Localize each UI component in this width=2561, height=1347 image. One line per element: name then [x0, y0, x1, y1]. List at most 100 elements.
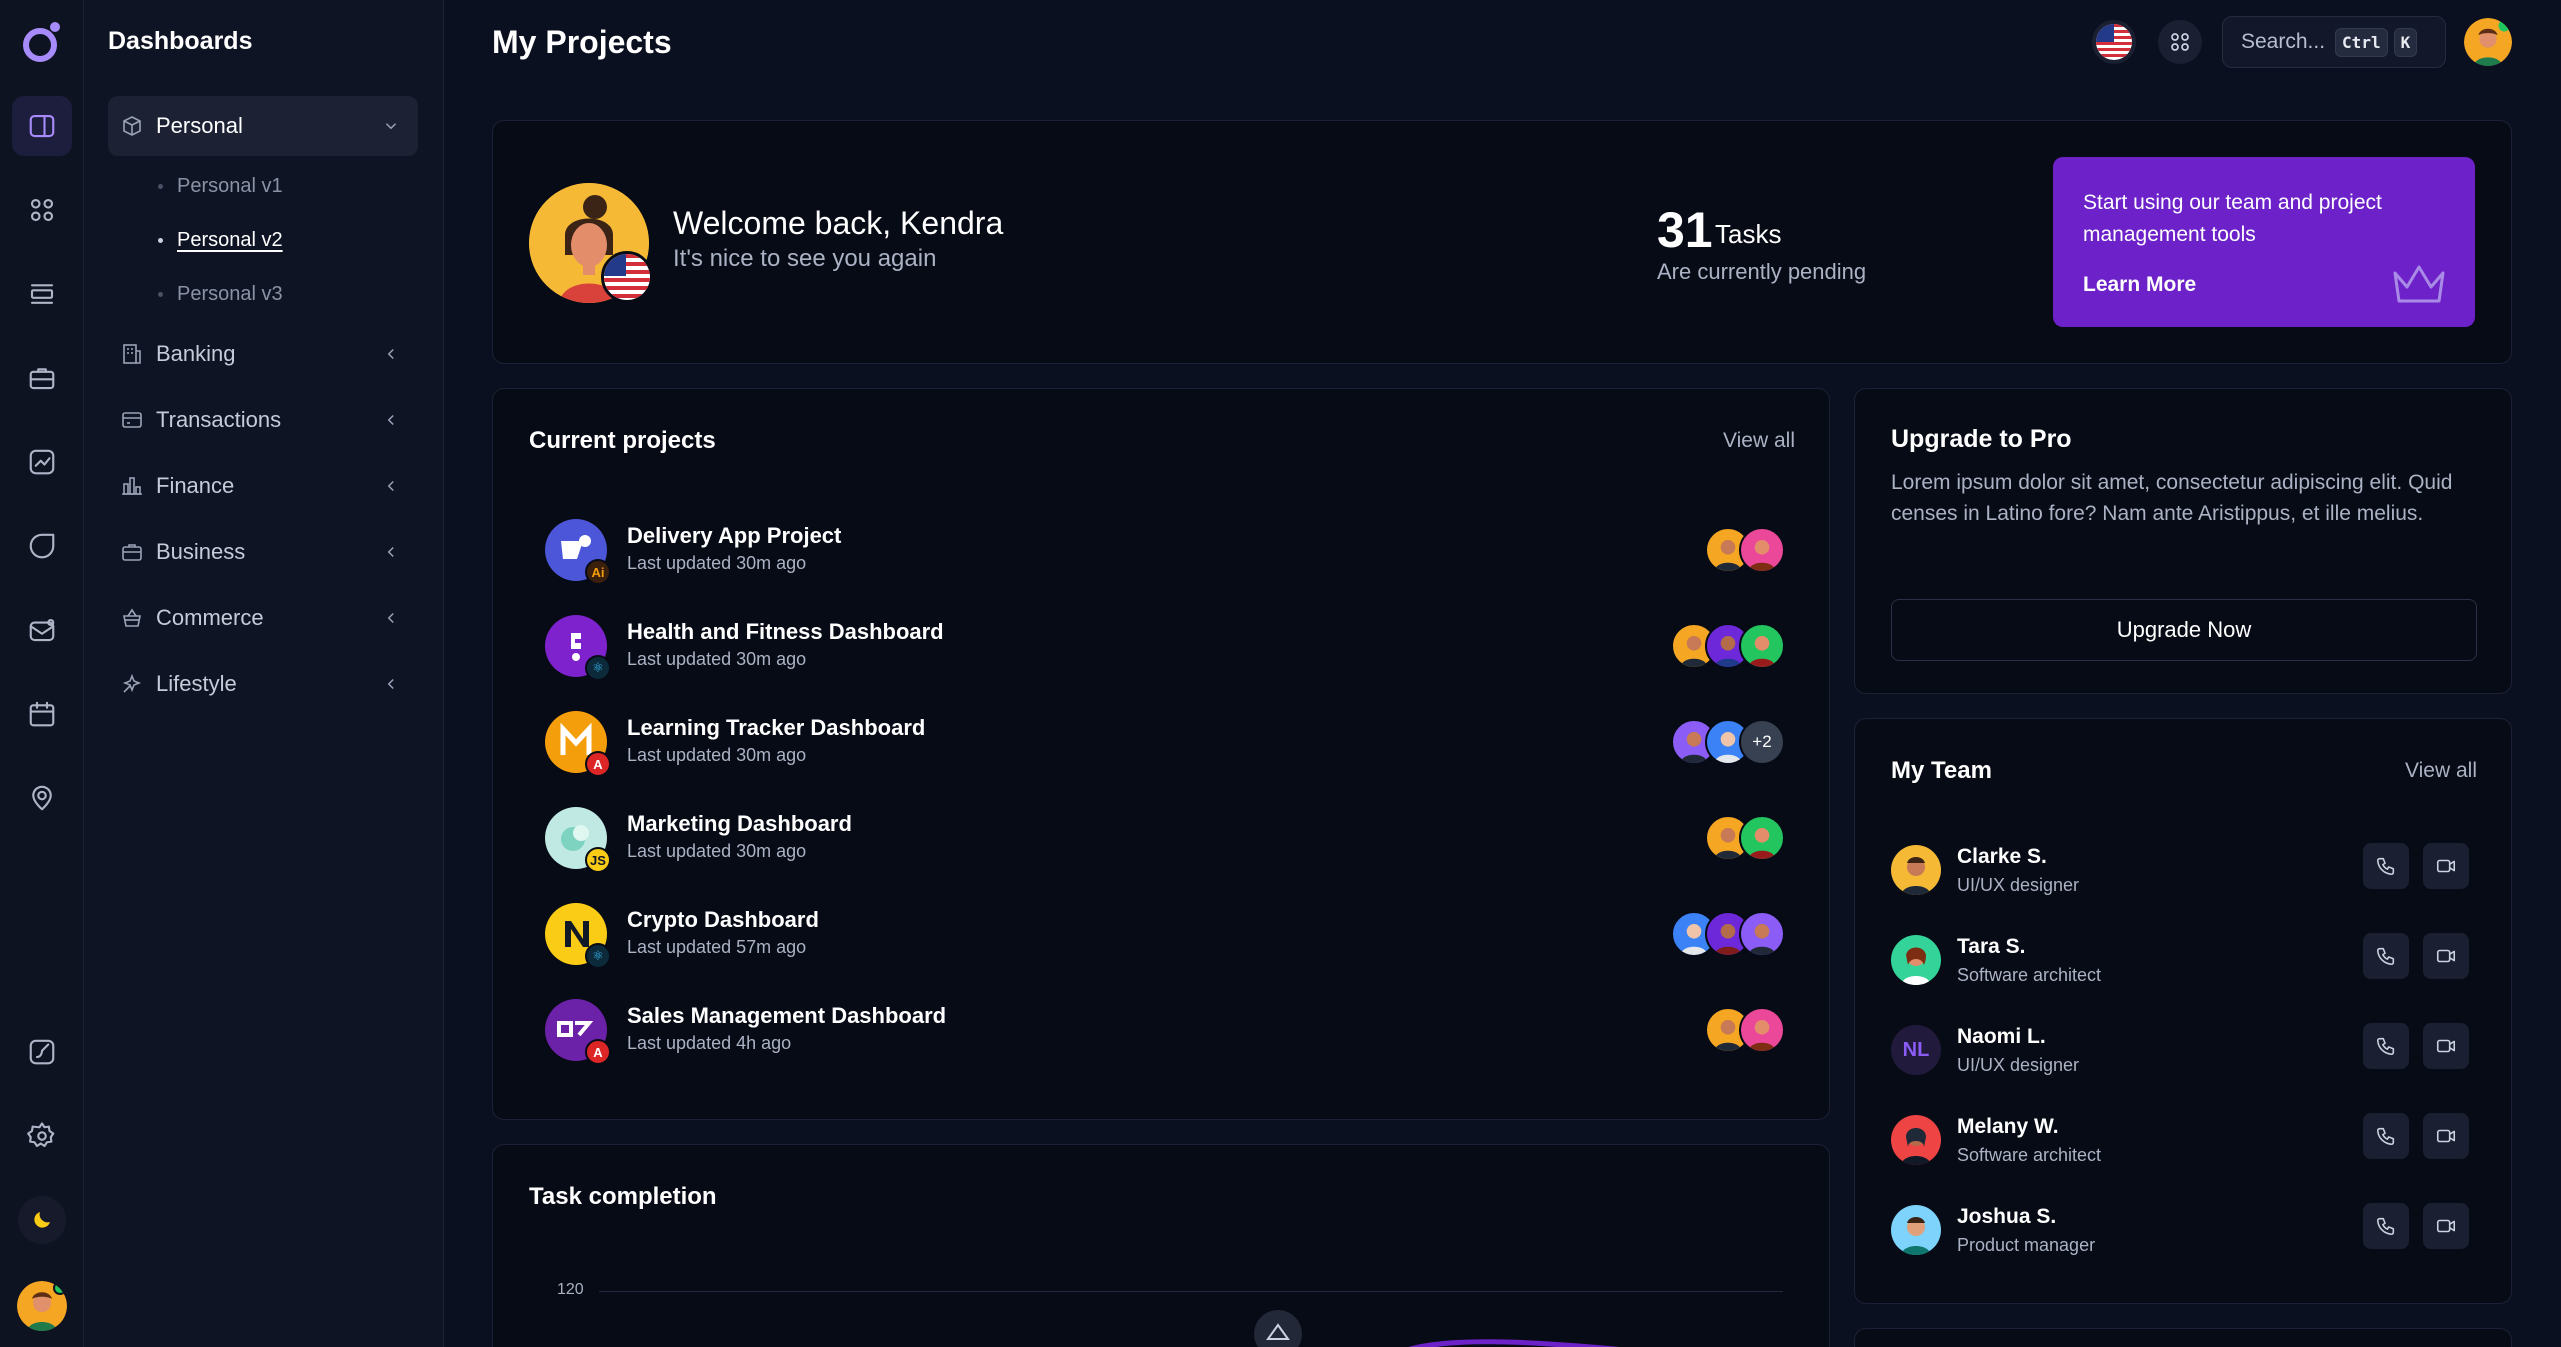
project-logo-icon: Ai [545, 519, 611, 585]
welcome-subtitle: It's nice to see you again [673, 245, 937, 272]
project-updated: Last updated 57m ago [627, 937, 807, 957]
kbd-k: K [2393, 27, 2418, 57]
welcome-flag-icon [601, 251, 653, 303]
sidebar-item-finance[interactable]: Finance [108, 456, 418, 516]
sidebar-item-lifestyle[interactable]: Lifestyle [108, 654, 418, 714]
sidebar-item-label: Commerce [156, 605, 264, 630]
card-icon [122, 412, 142, 428]
project-logo-icon: JS [545, 807, 611, 873]
sidebar-subitem-personal-v1[interactable]: Personal v1 [158, 175, 283, 198]
project-members [1705, 815, 1785, 861]
app-logo-icon[interactable] [18, 18, 66, 66]
sidebar-subitem-personal-v3[interactable]: Personal v3 [158, 283, 283, 306]
rail-mail-icon[interactable] [12, 600, 72, 660]
video-call-button[interactable] [2423, 843, 2469, 889]
chevron-left-icon [387, 480, 394, 492]
task-count: 31 [1657, 202, 1713, 258]
project-row[interactable]: ⚛ Health and Fitness Dashboard Last upda… [545, 611, 1785, 681]
project-members [1671, 911, 1785, 957]
video-call-button[interactable] [2423, 933, 2469, 979]
member-name: Melany W. [1957, 1115, 2059, 1138]
member-name: Joshua S. [1957, 1205, 2057, 1228]
sidebar-subitem-personal-v2[interactable]: Personal v2 [158, 229, 283, 252]
call-button[interactable] [2363, 933, 2409, 979]
sidebar-item-business[interactable]: Business [108, 522, 418, 582]
member-role: Product manager [1957, 1235, 2096, 1255]
crown-icon [2393, 265, 2445, 303]
chart-bar-icon [122, 477, 142, 495]
sparkles-icon [122, 673, 142, 693]
project-row[interactable]: A Sales Management Dashboard Last update… [545, 995, 1785, 1065]
projects-view-all-link[interactable]: View all [1723, 429, 1795, 453]
user-avatar[interactable] [17, 1281, 67, 1331]
member-avatar [1739, 623, 1785, 669]
badge-text: A [585, 751, 611, 777]
kbd-ctrl: Ctrl [2335, 27, 2388, 57]
video-icon [2436, 1129, 2456, 1143]
phone-icon [2376, 947, 2395, 966]
call-button[interactable] [2363, 1113, 2409, 1159]
member-name: Naomi L. [1957, 1025, 2046, 1048]
sidebar-title: Dashboards [108, 27, 253, 55]
task-completion-card: Task completion 120 [492, 1144, 1830, 1347]
learn-more-link[interactable]: Learn More [2083, 273, 2196, 297]
sidebar-item-label: Business [156, 539, 246, 564]
language-flag-icon[interactable] [2092, 20, 2136, 64]
call-button[interactable] [2363, 843, 2409, 889]
rail-dashboards-icon[interactable] [12, 96, 72, 156]
project-name: Marketing Dashboard [627, 811, 852, 836]
project-row[interactable]: A Learning Tracker Dashboard Last update… [545, 707, 1785, 777]
rail-layout-icon[interactable] [12, 264, 72, 324]
project-logo-icon: A [545, 711, 611, 777]
project-row[interactable]: ⚛ Crypto Dashboard Last updated 57m ago [545, 899, 1785, 969]
sidebar-item-label: Lifestyle [156, 671, 237, 696]
video-call-button[interactable] [2423, 1113, 2469, 1159]
search-button[interactable]: Search... Ctrl K [2222, 16, 2446, 68]
project-name: Learning Tracker Dashboard [627, 715, 926, 740]
rail-map-pin-icon[interactable] [12, 768, 72, 828]
my-team-card: My Team View all Clarke S. UI/UX designe… [1854, 718, 2512, 1304]
project-logo-icon: ⚛ [545, 615, 611, 681]
chevron-left-icon [387, 348, 394, 360]
call-button[interactable] [2363, 1023, 2409, 1069]
project-row[interactable]: Ai Delivery App Project Last updated 30m… [545, 515, 1785, 585]
sidebar-item-banking[interactable]: Banking [108, 324, 418, 384]
project-updated: Last updated 30m ago [627, 745, 807, 765]
theme-toggle-moon-icon[interactable] [18, 1196, 66, 1244]
chevron-down-icon [385, 123, 397, 130]
rail-chat-icon[interactable] [12, 516, 72, 576]
sidebar-item-personal[interactable]: Personal [108, 96, 418, 156]
project-members [1671, 623, 1785, 669]
header-user-avatar[interactable] [2464, 18, 2512, 66]
chevron-left-icon [387, 546, 394, 558]
member-role: UI/UX designer [1957, 1055, 2080, 1075]
rail-brush-icon[interactable] [12, 1022, 72, 1082]
apps-grid-icon[interactable] [2158, 20, 2202, 64]
chevron-left-icon [387, 612, 394, 624]
call-button[interactable] [2363, 1203, 2409, 1249]
rail-briefcase-icon[interactable] [12, 348, 72, 408]
rail-calendar-icon[interactable] [12, 684, 72, 744]
rail-apps-icon[interactable] [12, 180, 72, 240]
welcome-card: Welcome back, Kendra It's nice to see yo… [492, 120, 2512, 364]
member-name: Tara S. [1957, 935, 2026, 958]
member-avatar [1739, 527, 1785, 573]
briefcase-icon [122, 544, 142, 561]
team-view-all-link[interactable]: View all [2405, 759, 2477, 783]
video-call-button[interactable] [2423, 1023, 2469, 1069]
project-row[interactable]: JS Marketing Dashboard Last updated 30m … [545, 803, 1785, 873]
rail-analytics-icon[interactable] [12, 432, 72, 492]
video-icon [2436, 1219, 2456, 1233]
project-name: Sales Management Dashboard [627, 1003, 947, 1028]
video-call-button[interactable] [2423, 1203, 2469, 1249]
promo-text: Start using our team and project managem… [2083, 191, 2382, 246]
sidebar-item-label: Banking [156, 341, 236, 366]
project-updated: Last updated 4h ago [627, 1033, 792, 1053]
project-updated: Last updated 30m ago [627, 553, 807, 573]
sidebar-item-commerce[interactable]: Commerce [108, 588, 418, 648]
rail-settings-icon[interactable] [12, 1106, 72, 1166]
upgrade-now-button[interactable]: Upgrade Now [1891, 599, 2477, 661]
project-members: +2 [1671, 719, 1785, 765]
basket-icon [123, 608, 141, 627]
sidebar-item-transactions[interactable]: Transactions [108, 390, 418, 450]
